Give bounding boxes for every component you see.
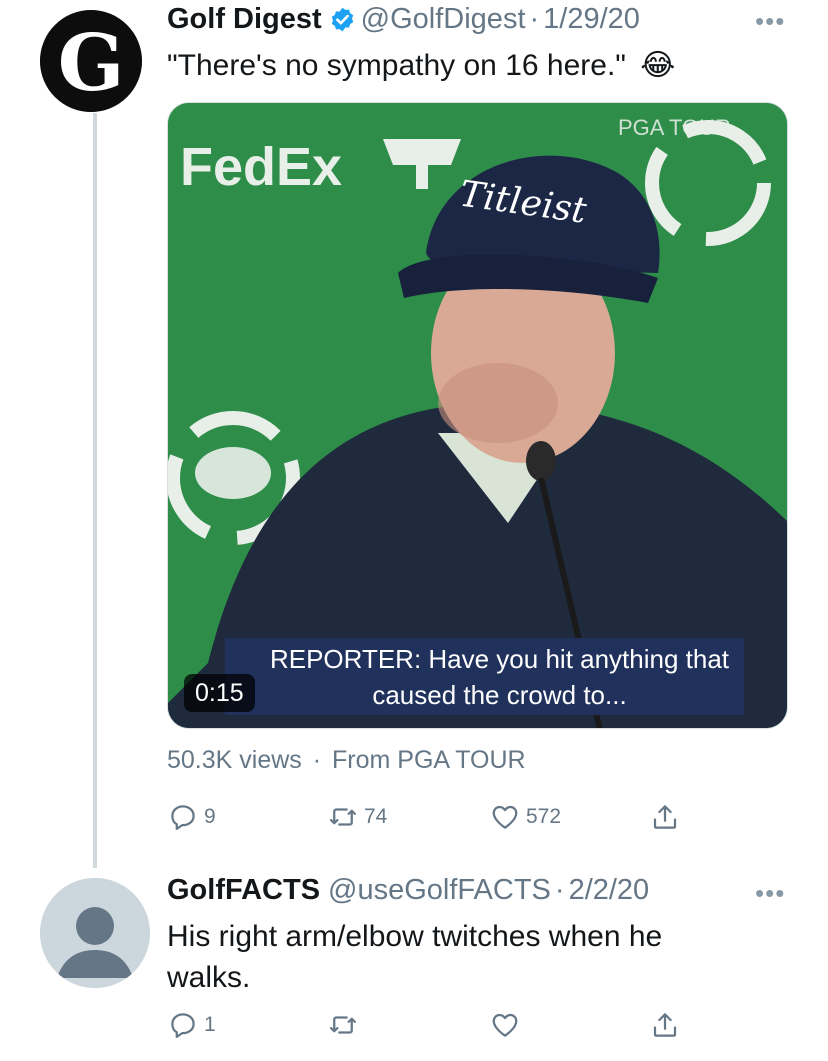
trophy-icon [383, 139, 461, 165]
verified-badge-icon [331, 7, 353, 31]
golf-digest-avatar[interactable]: G [40, 10, 142, 112]
video-stats: 50.3K views · From PGA TOUR [167, 744, 526, 776]
tweet-header: Golf Digest @GolfDigest · 1/29/20 [167, 2, 640, 36]
reply-text: His right arm/elbow twitches when he wal… [167, 916, 662, 998]
reply-reply-count: 1 [204, 1013, 216, 1036]
more-icon[interactable]: ••• [755, 6, 785, 37]
reply-text-line-2: walks. [167, 961, 251, 994]
video-source[interactable]: From PGA TOUR [332, 746, 526, 774]
reply-author-name[interactable]: GolfFACTS [167, 873, 320, 907]
reply-button[interactable]: 9 [168, 802, 216, 832]
views-separator: · [312, 746, 322, 774]
video-player[interactable]: FedEx PGA TOUR Titleist REPORTER: Have y… [167, 102, 788, 729]
tweet-text-body: "There's no sympathy on 16 here." [167, 49, 626, 82]
view-count: 50.3K views [167, 746, 302, 774]
share-button[interactable] [650, 802, 680, 832]
reply-reply-button[interactable]: 1 [168, 1010, 216, 1040]
default-avatar-icon [40, 878, 150, 988]
reply-icon [171, 1013, 195, 1038]
date-separator: · [529, 3, 540, 35]
svg-text:G: G [58, 18, 125, 109]
video-caption: REPORTER: Have you hit anything that cau… [225, 638, 744, 715]
reply-share-button[interactable] [650, 1010, 680, 1040]
caption-line-1: REPORTER: Have you hit anything that [269, 644, 730, 674]
like-icon [492, 805, 518, 829]
reply-date-separator: · [554, 874, 565, 906]
reply-more-icon[interactable]: ••• [755, 878, 785, 909]
like-button[interactable]: 572 [490, 802, 561, 832]
video-duration: 0:15 [184, 674, 255, 712]
tweet-date[interactable]: 1/29/20 [543, 2, 640, 36]
reply-header: GolfFACTS @useGolfFACTS · 2/2/20 [167, 873, 649, 907]
share-icon [653, 805, 677, 829]
tweet-text: "There's no sympathy on 16 here." 😂 [167, 45, 675, 86]
golf-digest-logo-icon: G [40, 10, 142, 112]
reply-count: 9 [204, 805, 216, 828]
reply-actions: 1 [160, 1010, 800, 1050]
reply-like-button[interactable] [490, 1010, 526, 1040]
retweet-icon [330, 1016, 356, 1034]
video-thumbnail: FedEx PGA TOUR Titleist [168, 103, 787, 728]
author-name[interactable]: Golf Digest [167, 2, 322, 36]
reply-icon [171, 805, 195, 830]
share-icon [653, 1013, 677, 1037]
author-handle[interactable]: @GolfDigest [361, 2, 526, 36]
retweet-icon [330, 808, 356, 826]
caption-line-2: caused the crowd to... [372, 680, 627, 710]
reply-author-handle[interactable]: @useGolfFACTS [328, 873, 551, 907]
tweet-actions: 9 74 572 [160, 802, 800, 842]
main-tweet[interactable]: G Golf Digest @GolfDigest · 1/29/20 ••• … [0, 0, 828, 870]
reply-date[interactable]: 2/2/20 [569, 873, 650, 907]
reply-text-line-1: His right arm/elbow twitches when he [167, 920, 663, 953]
golffacts-avatar[interactable] [40, 878, 150, 988]
like-icon [492, 1013, 518, 1037]
like-count: 572 [526, 805, 562, 828]
laughing-emoji-icon: 😂 [640, 49, 676, 82]
retweet-button[interactable]: 74 [328, 802, 387, 832]
reply-tweet[interactable]: GolfFACTS @useGolfFACTS · 2/2/20 ••• His… [0, 870, 828, 1061]
fedex-logo: FedEx [180, 137, 342, 197]
retweet-count: 74 [364, 805, 388, 828]
reply-retweet-button[interactable] [328, 1010, 364, 1040]
thread-line [93, 113, 97, 868]
